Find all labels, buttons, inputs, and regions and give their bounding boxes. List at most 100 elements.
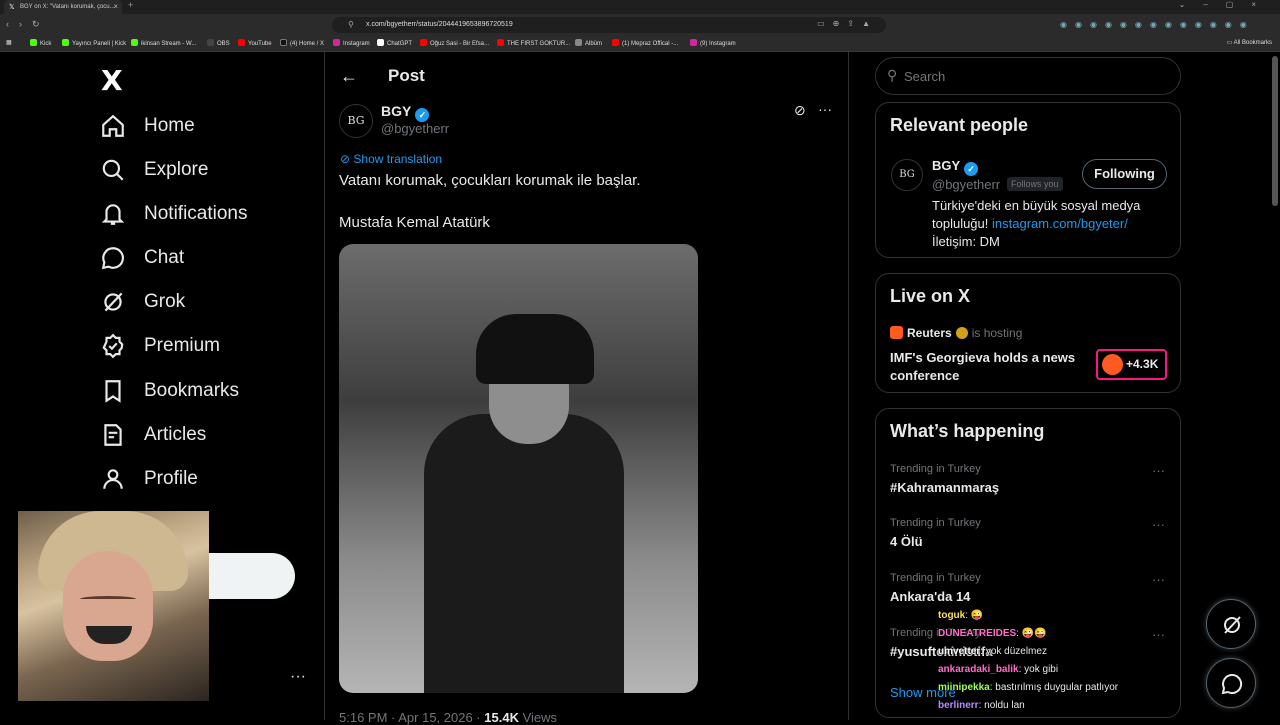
- bookmark-item[interactable]: YouTube: [238, 39, 272, 47]
- folder-icon: [575, 39, 582, 46]
- bookmark-item[interactable]: Yayıncı Paneli | Kick: [62, 39, 126, 47]
- post-timestamp: 5:16 PM · Apr 15, 2026 · 15.4K Views: [339, 710, 558, 725]
- nav-label: Profile: [144, 468, 198, 489]
- close-tab-icon[interactable]: ×: [113, 2, 118, 11]
- reuters-logo-icon: [890, 326, 903, 339]
- translate-icon: ⊘: [340, 152, 354, 166]
- user-name[interactable]: BGY ✓: [932, 158, 979, 176]
- nav-articles[interactable]: Articles: [100, 415, 206, 455]
- chat-message: toguk: 😜: [938, 610, 984, 621]
- trend-more-icon[interactable]: ···: [1152, 463, 1165, 478]
- bookmark-favicon-icon: [420, 39, 427, 46]
- x-favicon-icon: 𝕏: [9, 4, 15, 11]
- extensions-icon[interactable]: ◉◉◉◉◉◉◉◉◉◉◉◉◉: [1060, 20, 1255, 29]
- grok-icon[interactable]: ⊘: [794, 102, 806, 119]
- bookmark-favicon-icon: [62, 39, 69, 46]
- trend-item[interactable]: Trending in Turkey Ankara'da 14 ···: [890, 572, 1165, 604]
- verified-badge-icon: ✓: [964, 162, 979, 176]
- trend-more-icon[interactable]: ···: [1152, 517, 1165, 532]
- address-bar-actions-icon[interactable]: ▭⊕⇪▲: [817, 19, 878, 28]
- bookmark-item[interactable]: Oğuz Sasi - Bir Efsa...: [420, 39, 489, 47]
- account-more-icon[interactable]: ···: [290, 668, 306, 686]
- search-icon: [102, 159, 124, 181]
- grok-icon: [104, 292, 123, 312]
- nav-profile[interactable]: Profile: [100, 459, 198, 499]
- chat-message: miinipekka: bastırılmış duygular patlıyo…: [938, 682, 1119, 693]
- x-logo-icon[interactable]: X: [101, 64, 123, 97]
- bookmark-favicon-icon: [690, 39, 697, 46]
- nav-grok[interactable]: Grok: [100, 282, 185, 322]
- user-handle[interactable]: @bgyetherr: [932, 177, 1000, 192]
- nav-label: Premium: [144, 335, 221, 356]
- nav-label: Bookmarks: [144, 380, 240, 401]
- chat-message: umvetter: yok düzelmez: [938, 646, 1047, 657]
- nav-premium[interactable]: Premium: [100, 326, 220, 366]
- nav-explore[interactable]: Explore: [100, 150, 208, 190]
- bio-link[interactable]: instagram.com/bgyeter/: [992, 216, 1128, 231]
- nav-label: Explore: [144, 159, 209, 180]
- page-title: Post: [388, 66, 425, 85]
- bookmark-item[interactable]: THE FIRST GOKTUR...: [497, 39, 570, 47]
- bookmark-item[interactable]: OBS: [207, 39, 230, 47]
- more-options-icon[interactable]: ···: [818, 101, 832, 117]
- author-handle[interactable]: @bgyetherr: [381, 121, 449, 136]
- nav-label: Articles: [144, 424, 207, 445]
- bookmark-item[interactable]: ChatGPT: [377, 39, 412, 47]
- avatar[interactable]: BG: [891, 159, 923, 191]
- post-text: Vatanı korumak, çocukları korumak ile ba…: [339, 172, 641, 189]
- all-bookmarks[interactable]: ▭ All Bookmarks: [1227, 39, 1272, 46]
- live-stream-title[interactable]: IMF's Georgieva holds a news conference: [890, 349, 1080, 385]
- post-image[interactable]: [339, 244, 698, 693]
- nav-bookmarks[interactable]: Bookmarks: [100, 371, 239, 411]
- new-tab-icon[interactable]: +: [128, 0, 133, 10]
- bookmark-item[interactable]: (4) Home / X: [280, 39, 324, 47]
- nav-buttons-icon[interactable]: ‹›↻: [6, 19, 50, 30]
- grok-fab-button[interactable]: [1206, 599, 1256, 649]
- show-translation-link[interactable]: ⊘ Show translation: [340, 152, 442, 166]
- browser-tab[interactable]: 𝕏 BGY on X: "Vatanı korumak, çocu... ×: [4, 0, 122, 14]
- search-placeholder: Search: [904, 69, 946, 84]
- card-title: Live on X: [890, 286, 971, 306]
- live-host[interactable]: Reuters is hosting: [890, 326, 1022, 340]
- bell-icon: [101, 204, 125, 225]
- bookmark-icon: [105, 380, 121, 403]
- bookmark-item[interactable]: Kick: [30, 39, 51, 47]
- stream-chat-overlay: toguk: 😜 DUNEATREIDES: 😜😜 umvetter: yok …: [938, 607, 1168, 715]
- chat-fab-button[interactable]: [1206, 658, 1256, 708]
- bookmark-favicon-icon: [131, 39, 138, 46]
- author-name[interactable]: BGY ✓: [381, 103, 430, 122]
- following-button[interactable]: Following: [1082, 159, 1167, 189]
- bookmark-favicon-icon: [612, 39, 619, 46]
- chat-message: DUNEATREIDES: 😜😜: [938, 628, 1047, 639]
- trend-item[interactable]: Trending in Turkey 4 Ölü ···: [890, 517, 1165, 549]
- relevant-people-card: Relevant people BG BGY ✓ @bgyetherr Follo…: [875, 102, 1181, 258]
- address-bar[interactable]: ⚲ x.com/bgyetherr/status/204441965389672…: [332, 17, 886, 33]
- site-info-icon[interactable]: ⚲: [348, 20, 354, 29]
- window-controls[interactable]: ⌄–▢×: [1179, 0, 1274, 9]
- bookmark-item[interactable]: Instagram: [333, 39, 370, 47]
- bookmark-item[interactable]: Albüm: [575, 39, 602, 47]
- bookmark-item[interactable]: (1) Mepraz Offical -...: [612, 39, 678, 47]
- eyes-shape: [80, 596, 136, 602]
- trend-more-icon[interactable]: ···: [1152, 572, 1165, 587]
- scrollbar[interactable]: [1272, 56, 1278, 206]
- author-avatar[interactable]: BG: [339, 104, 373, 138]
- bookmark-item[interactable]: (9) Instagram: [690, 39, 736, 47]
- bookmark-favicon-icon: [238, 39, 245, 46]
- nav-label: Chat: [144, 247, 185, 268]
- trend-item[interactable]: Trending in Turkey #Kahramanmaraş ···: [890, 463, 1165, 495]
- nav-home[interactable]: Home: [100, 106, 195, 146]
- card-title: What’s happening: [890, 421, 1045, 441]
- chat-message: berlinerr: noldu lan: [938, 700, 1025, 711]
- nav-chat[interactable]: Chat: [100, 238, 184, 278]
- bookmark-item[interactable]: ikinsan Stream - W...: [131, 39, 196, 47]
- apps-icon[interactable]: ▦: [6, 39, 12, 46]
- search-input[interactable]: ⚲ Search: [875, 57, 1181, 95]
- live-listeners-badge[interactable]: +4.3K: [1096, 349, 1167, 380]
- tab-title: BGY on X: "Vatanı korumak, çocu...: [20, 4, 115, 10]
- card-title: Relevant people: [890, 115, 1029, 135]
- host-avatar-icon: [1102, 354, 1123, 375]
- back-arrow-icon[interactable]: ←: [340, 66, 358, 87]
- streamer-face: [63, 551, 153, 661]
- nav-notifications[interactable]: Notifications: [100, 194, 248, 234]
